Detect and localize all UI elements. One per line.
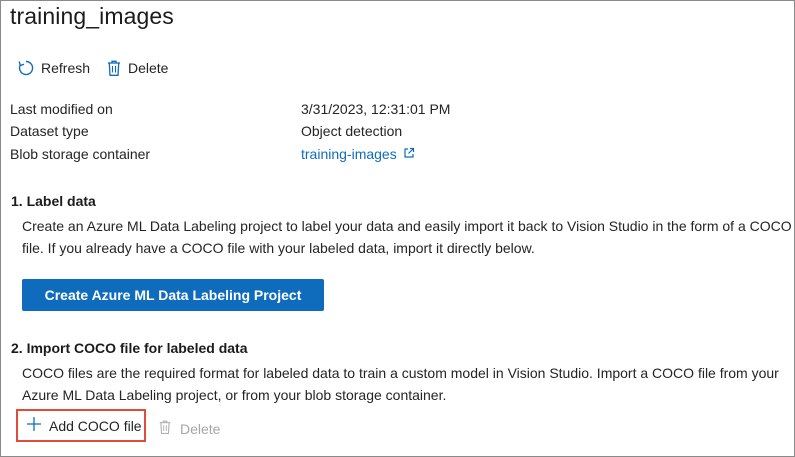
delete-label: Delete	[128, 60, 169, 76]
external-link-icon	[403, 146, 415, 162]
detail-label-last-modified: Last modified on	[10, 101, 113, 117]
section-description-import-coco: COCO files are the required format for l…	[22, 365, 779, 403]
blob-container-link[interactable]: training-images	[301, 146, 415, 162]
detail-label-blob-container: Blob storage container	[10, 146, 151, 162]
section-heading-import-coco: 2. Import COCO file for labeled data	[11, 340, 248, 356]
delete-coco-label: Delete	[180, 420, 221, 437]
section-description-label-data: Create an Azure ML Data Labeling project…	[22, 218, 792, 256]
blob-container-link-text: training-images	[301, 146, 397, 162]
delete-coco-button[interactable]: Delete	[158, 419, 220, 438]
plus-icon	[26, 416, 42, 435]
add-coco-file-button[interactable]: Add COCO file	[16, 409, 146, 442]
detail-value-dataset-type: Object detection	[301, 123, 403, 139]
add-coco-file-label: Add COCO file	[49, 417, 142, 434]
section-heading-label-data: 1. Label data	[11, 193, 96, 209]
trash-icon	[106, 59, 122, 77]
refresh-label: Refresh	[41, 60, 91, 76]
dataset-details-panel: training_images Refresh Delete Last modi…	[0, 0, 795, 457]
trash-icon	[158, 419, 172, 438]
page-title: training_images	[10, 3, 174, 29]
detail-label-dataset-type: Dataset type	[10, 123, 89, 139]
create-labeling-project-button[interactable]: Create Azure ML Data Labeling Project	[22, 279, 324, 311]
refresh-button[interactable]: Refresh	[17, 59, 90, 77]
refresh-icon	[17, 59, 35, 77]
delete-button[interactable]: Delete	[106, 59, 168, 77]
detail-value-last-modified: 3/31/2023, 12:31:01 PM	[301, 101, 451, 117]
